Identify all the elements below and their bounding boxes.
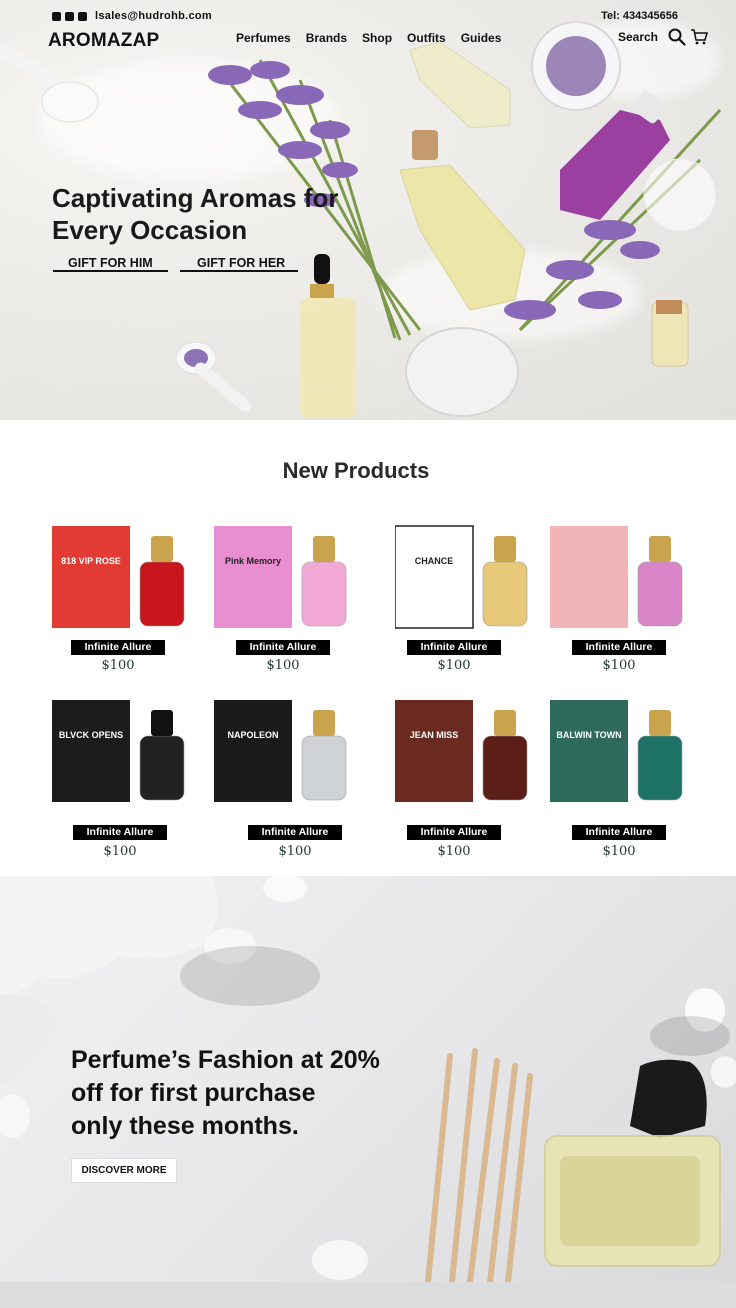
email-link[interactable]: lsales@hudrohb.com — [95, 10, 212, 22]
product-name-label[interactable]: Infinite Allure — [407, 825, 501, 840]
contact-bar: lsales@hudrohb.com — [52, 10, 212, 22]
product-name-label[interactable]: Infinite Allure — [572, 825, 666, 840]
discover-more-button[interactable]: DISCOVER MORE — [71, 1158, 177, 1183]
product-image[interactable] — [52, 522, 202, 632]
product-price: $100 — [101, 658, 135, 673]
product-image[interactable] — [52, 696, 202, 806]
product-box-text: NAPOLEON — [227, 730, 279, 740]
tiktok-icon[interactable] — [78, 11, 87, 21]
product-name-label[interactable]: Infinite Allure — [572, 640, 666, 655]
gift-for-her-link[interactable]: GIFT FOR HER — [180, 256, 298, 272]
product-image[interactable] — [395, 522, 545, 632]
product-box-text: 818 VIP ROSE — [61, 556, 121, 566]
phone-number: Tel: 434345656 — [601, 10, 678, 22]
product-price: $100 — [103, 844, 137, 859]
product-price: $100 — [266, 658, 300, 673]
promo-banner: Perfume’s Fashion at 20% off for first p… — [0, 876, 736, 1282]
product-box-text: CHANCE — [414, 556, 454, 566]
footer-edge — [0, 1282, 736, 1308]
product-name-label[interactable]: Infinite Allure — [248, 825, 342, 840]
product-price: $100 — [278, 844, 312, 859]
product-image[interactable] — [214, 522, 364, 632]
main-nav: Perfumes Brands Shop Outfits Guides — [236, 31, 516, 45]
promo-headline: Perfume’s Fashion at 20% off for first p… — [71, 1044, 380, 1143]
search-link[interactable]: Search — [618, 30, 658, 44]
facebook-icon[interactable] — [65, 11, 74, 21]
promo-line2: off for first purchase — [71, 1079, 316, 1107]
hero-headline-line1: Captivating Aromas for — [52, 183, 339, 213]
site-logo[interactable]: AROMAZAP — [48, 30, 159, 52]
section-title: New Products — [282, 458, 430, 483]
product-price: $100 — [437, 844, 471, 859]
cart-icon[interactable] — [690, 28, 708, 46]
nav-guides[interactable]: Guides — [461, 31, 502, 45]
product-price: $100 — [437, 658, 471, 673]
product-image[interactable] — [550, 696, 700, 806]
product-price: $100 — [602, 844, 636, 859]
product-box-text: BLVCK OPENS — [58, 730, 124, 740]
nav-outfits[interactable]: Outfits — [407, 31, 446, 45]
hero-section: lsales@hudrohb.com Tel: 434345656 AROMAZ… — [0, 0, 736, 420]
product-name-label[interactable]: Infinite Allure — [236, 640, 330, 655]
instagram-icon[interactable] — [52, 11, 61, 21]
product-box-text: Pink Memory — [224, 556, 282, 566]
hero-headline: Captivating Aromas for Every Occasion — [52, 182, 339, 246]
promo-line1: Perfume’s Fashion at 20% — [71, 1046, 380, 1074]
nav-brands[interactable]: Brands — [306, 31, 347, 45]
product-name-label[interactable]: Infinite Allure — [73, 825, 167, 840]
product-image[interactable] — [395, 696, 545, 806]
product-name-label[interactable]: Infinite Allure — [407, 640, 501, 655]
search-icon[interactable] — [668, 28, 686, 46]
nav-shop[interactable]: Shop — [362, 31, 392, 45]
product-image[interactable] — [550, 522, 700, 632]
hero-headline-line2: Every Occasion — [52, 215, 248, 245]
product-image[interactable] — [214, 696, 364, 806]
product-price: $100 — [602, 658, 636, 673]
promo-line3: only these months. — [71, 1112, 299, 1140]
product-name-label[interactable]: Infinite Allure — [71, 640, 165, 655]
gift-for-him-link[interactable]: GIFT FOR HIM — [53, 256, 168, 272]
product-box-text: BALWIN TOWN — [556, 730, 622, 740]
nav-perfumes[interactable]: Perfumes — [236, 31, 291, 45]
product-box-text: JEAN MISS — [409, 730, 459, 740]
